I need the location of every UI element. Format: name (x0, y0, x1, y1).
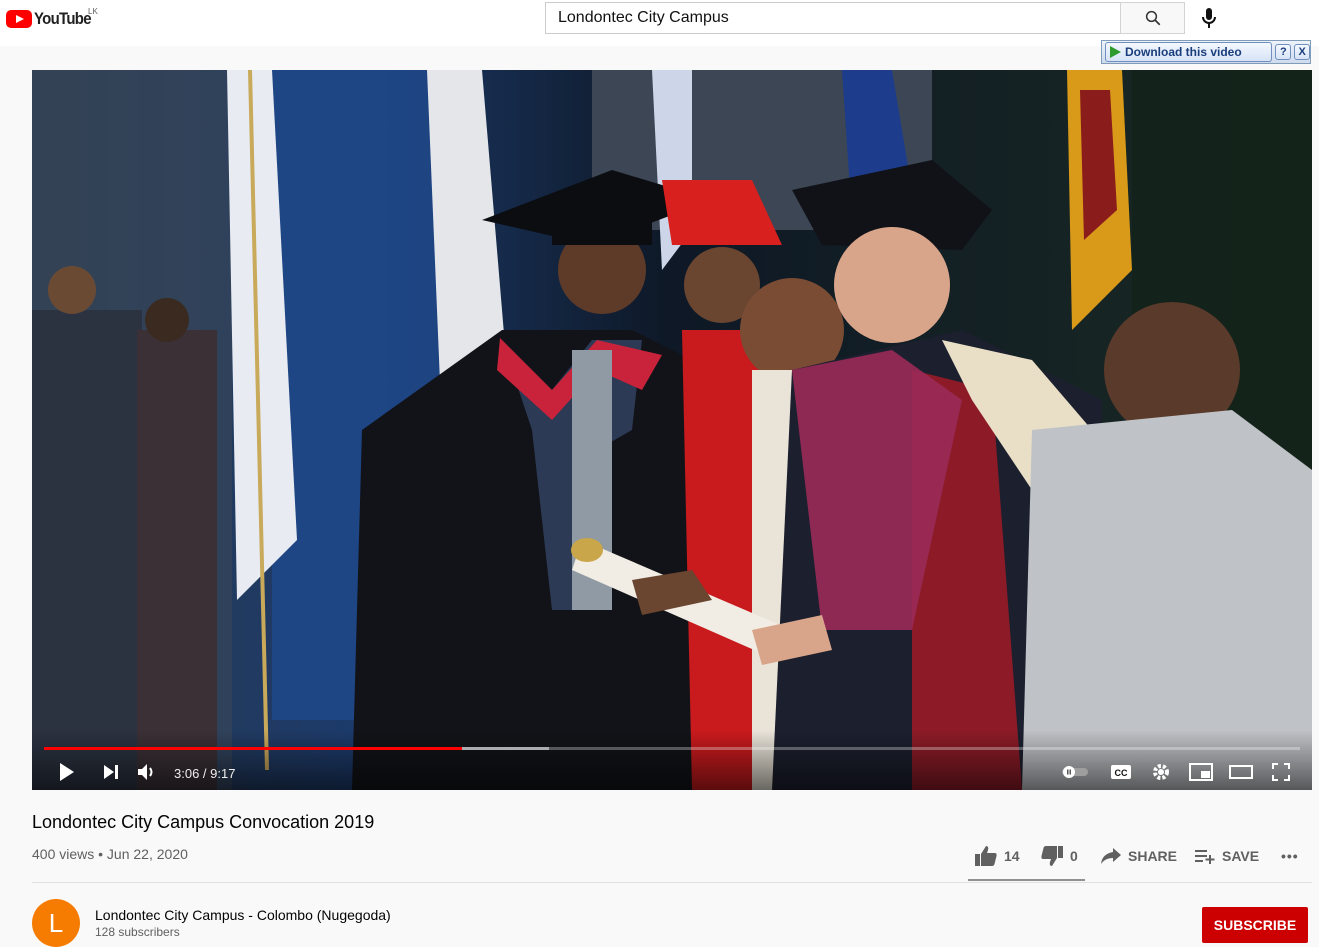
thumbs-down-icon (1041, 846, 1063, 866)
autoplay-toggle-icon (1062, 766, 1088, 778)
playlist-add-icon (1195, 850, 1215, 864)
video-meta: 400 views • Jun 22, 2020 (32, 846, 188, 862)
download-video-button[interactable]: Download this video (1105, 42, 1273, 62)
theater-mode-button[interactable] (1226, 760, 1256, 784)
fullscreen-icon (1272, 763, 1290, 781)
voice-search-button[interactable] (1196, 6, 1222, 30)
captions-button[interactable]: CC (1106, 760, 1136, 784)
search-input[interactable]: Londontec City Campus (545, 2, 1121, 34)
miniplayer-button[interactable] (1186, 760, 1216, 784)
volume-icon (138, 764, 153, 780)
progress-bar[interactable] (44, 747, 1300, 750)
cc-icon: CC (1111, 765, 1131, 779)
download-close-button[interactable]: X (1294, 44, 1310, 60)
fullscreen-button[interactable] (1266, 760, 1296, 784)
cc-label: CC (1115, 768, 1128, 778)
download-help-button[interactable]: ? (1275, 44, 1292, 60)
subscribe-button[interactable]: SUBSCRIBE (1202, 907, 1308, 943)
mic-icon (1202, 8, 1216, 28)
video-title: Londontec City Campus Convocation 2019 (32, 812, 375, 832)
like-count: 14 (1004, 848, 1020, 864)
settings-icon (1153, 764, 1169, 780)
channel-name[interactable]: Londontec City Campus - Colombo (Nugegod… (95, 907, 391, 923)
save-button[interactable]: SAVE (1194, 844, 1259, 868)
dislike-count: 0 (1070, 848, 1078, 864)
like-button[interactable]: 14 (974, 844, 1020, 868)
share-icon (1101, 848, 1121, 864)
search-icon (1145, 10, 1160, 26)
video-player[interactable]: 3:06 / 9:17 CC (32, 70, 1312, 790)
share-label: SHARE (1128, 848, 1178, 864)
next-button[interactable] (98, 760, 124, 784)
play-icon (60, 763, 74, 781)
dislike-button[interactable]: 0 (1040, 844, 1078, 868)
youtube-play-logo-icon (6, 10, 32, 28)
divider (32, 882, 1312, 883)
theater-icon (1229, 765, 1253, 779)
thumbs-up-icon (975, 846, 997, 866)
search-button[interactable] (1120, 2, 1185, 34)
more-actions-button[interactable]: ••• (1281, 844, 1299, 868)
youtube-logo[interactable]: YouTube (6, 8, 99, 30)
save-label: SAVE (1222, 848, 1260, 864)
autoplay-toggle[interactable] (1058, 760, 1092, 784)
video-frame (32, 70, 1312, 790)
download-play-icon (1110, 46, 1121, 58)
channel-avatar[interactable]: L (32, 899, 80, 947)
logo-region-code: LK (88, 7, 98, 16)
volume-button[interactable] (134, 760, 160, 784)
play-button[interactable] (54, 760, 80, 784)
logo-text: YouTube (34, 9, 92, 28)
download-toolbar: Download this video ? X (1101, 40, 1311, 64)
share-button[interactable]: SHARE (1100, 844, 1177, 868)
subscriber-count: 128 subscribers (95, 925, 180, 939)
progress-played (44, 747, 463, 750)
like-ratio-bar (968, 879, 1085, 881)
next-icon (104, 765, 118, 779)
download-label: Download this video (1125, 45, 1242, 59)
settings-button[interactable] (1146, 760, 1176, 784)
time-display: 3:06 / 9:17 (174, 766, 236, 781)
player-controls: 3:06 / 9:17 CC (32, 730, 1312, 790)
miniplayer-icon (1189, 763, 1213, 781)
